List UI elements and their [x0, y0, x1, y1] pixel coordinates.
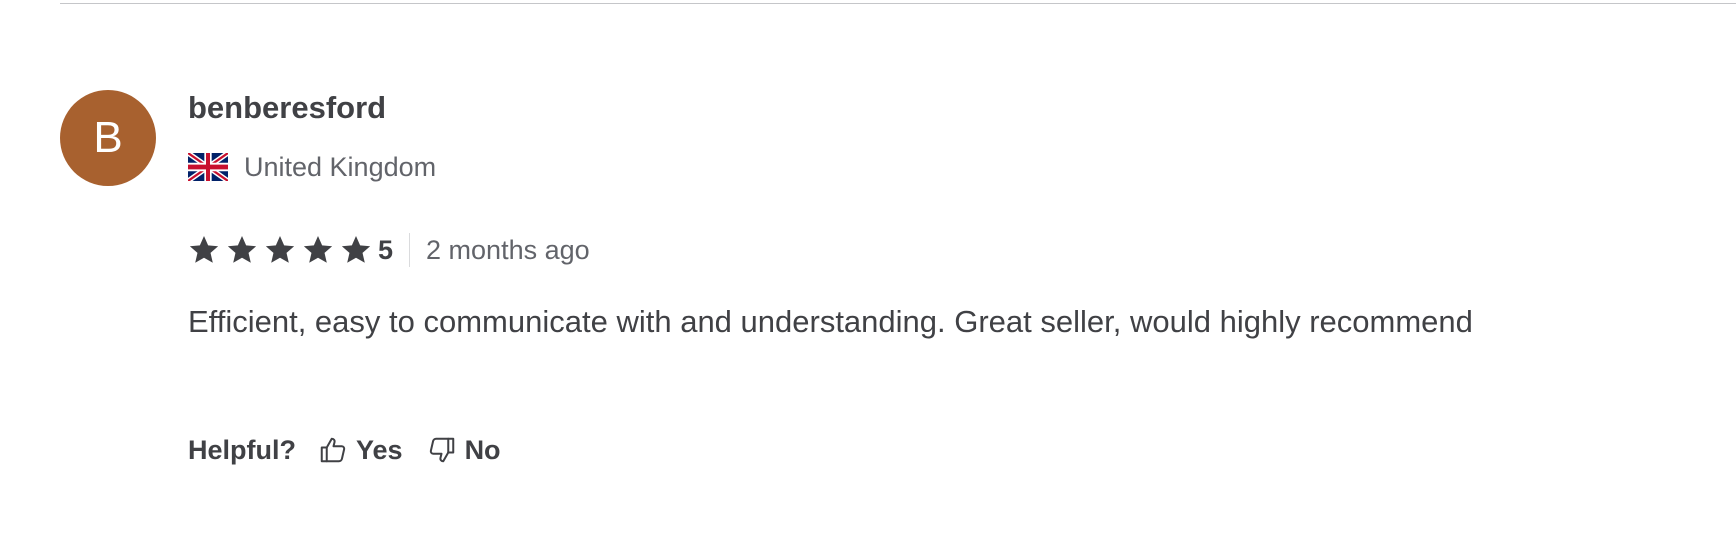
star-rating: [188, 234, 378, 266]
helpful-no-button[interactable]: No: [427, 435, 501, 466]
username[interactable]: benberesford: [188, 90, 386, 126]
star-icon: [265, 236, 295, 263]
top-divider: [60, 3, 1736, 4]
helpful-label: Helpful?: [188, 434, 296, 465]
helpful-no-label: No: [464, 434, 501, 465]
avatar: B: [60, 90, 156, 186]
thumbs-down-icon: [429, 437, 454, 463]
helpful-yes-button[interactable]: Yes: [318, 435, 403, 466]
star-icon: [341, 236, 371, 263]
review-text: Efficient, easy to communicate with and …: [188, 304, 1473, 339]
rating-row: 5 2 months ago: [188, 230, 590, 270]
thumbs-up-icon: [320, 437, 346, 463]
star-icon: [189, 236, 219, 263]
rating-separator: [409, 233, 411, 267]
star-icon: [303, 236, 333, 263]
country-name: United Kingdom: [244, 151, 437, 182]
uk-flag-icon: [188, 153, 228, 181]
star-icon: [227, 236, 257, 263]
helpful-yes-label: Yes: [356, 434, 403, 465]
review-time: 2 months ago: [426, 234, 590, 265]
helpful-row: Helpful? Yes No: [188, 430, 525, 470]
rating-value: 5: [378, 234, 394, 265]
country-row: United Kingdom: [188, 150, 436, 184]
